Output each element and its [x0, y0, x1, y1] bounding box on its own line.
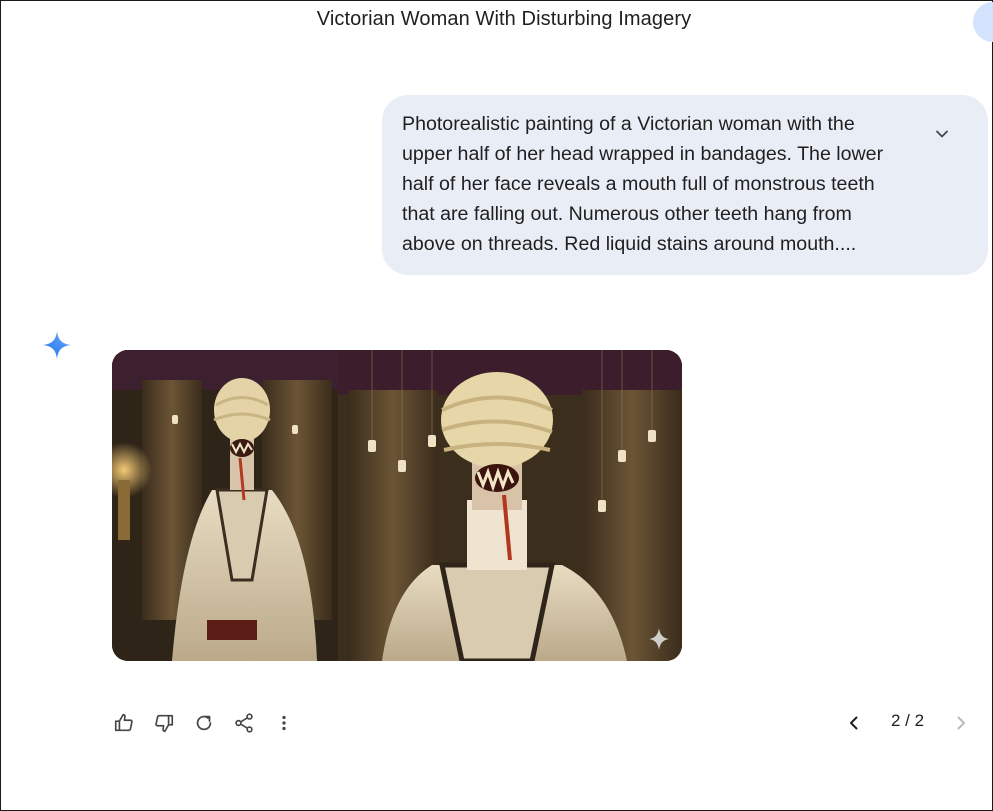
more-options-button[interactable]	[271, 710, 297, 736]
thumbs-up-button[interactable]	[111, 710, 137, 736]
chevron-right-icon	[957, 716, 965, 730]
thumbs-up-icon	[114, 713, 133, 732]
next-draft-button[interactable]	[948, 710, 974, 736]
thumbs-down-icon	[155, 714, 174, 733]
chevron-down-icon	[936, 130, 948, 138]
previous-draft-button[interactable]	[841, 710, 867, 736]
share-icon	[235, 713, 253, 733]
conversation-title: Victorian Woman With Disturbing Imagery	[316, 8, 692, 30]
more-vert-icon	[282, 715, 286, 731]
user-prompt-bubble: Photorealistic painting of a Victorian w…	[382, 95, 988, 275]
share-button[interactable]	[231, 710, 257, 736]
thumbs-down-button[interactable]	[151, 710, 177, 736]
chevron-left-icon	[850, 716, 858, 730]
draft-counter: 2 / 2	[891, 711, 925, 730]
refresh-icon	[196, 715, 212, 731]
sparkle-icon	[43, 331, 71, 359]
generated-image[interactable]	[112, 350, 682, 661]
user-prompt-text: Photorealistic painting of a Victorian w…	[402, 113, 884, 255]
regenerate-button[interactable]	[191, 710, 217, 736]
expand-prompt-button[interactable]	[930, 122, 954, 146]
